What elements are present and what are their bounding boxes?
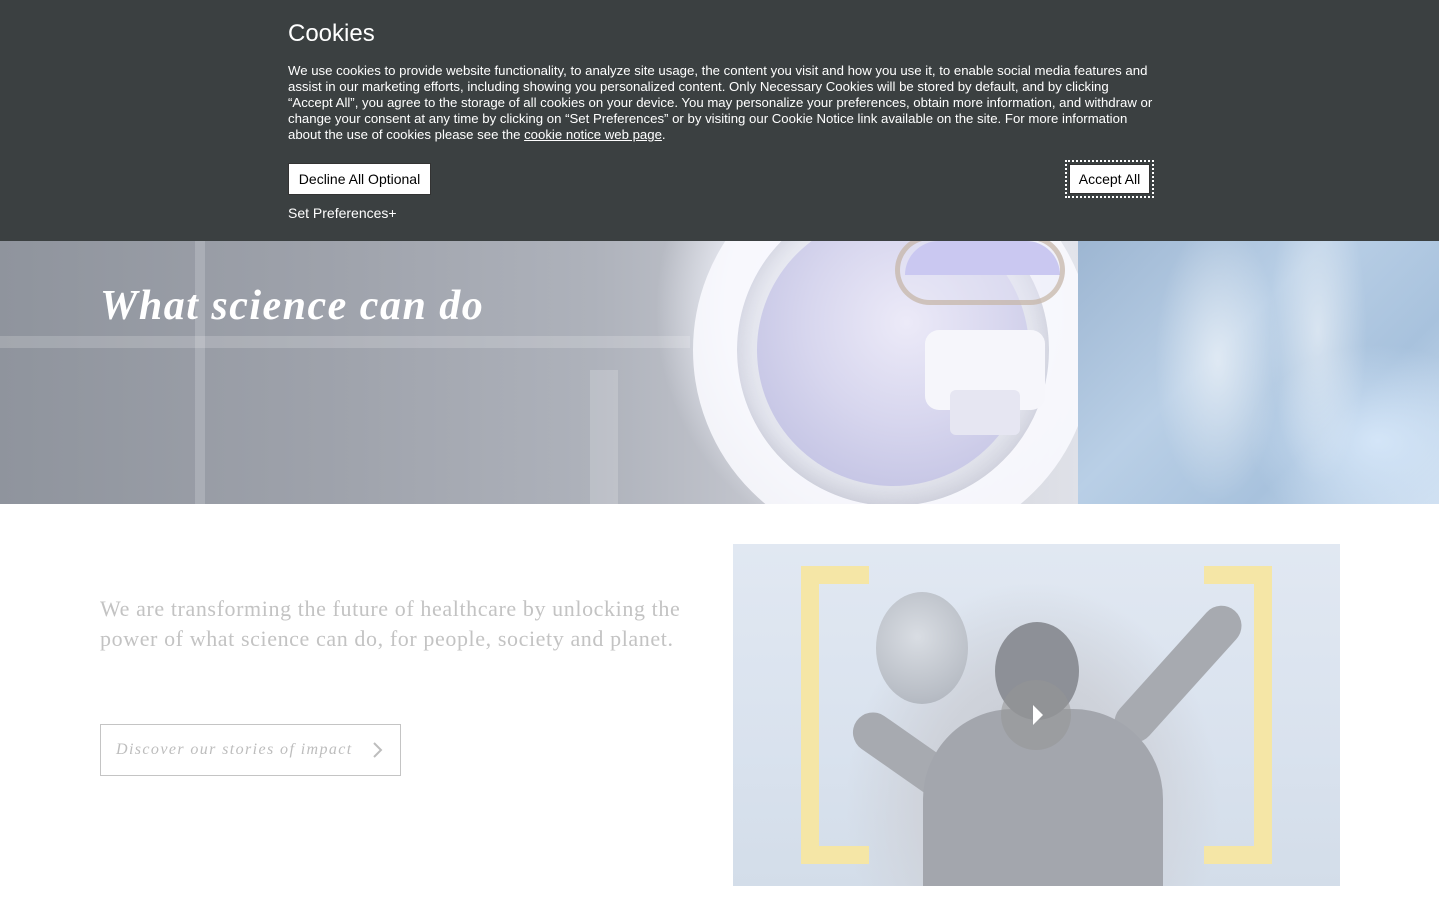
intro-text: We are transforming the future of health… xyxy=(100,596,681,651)
hero-title: What science can do xyxy=(100,283,485,329)
video-player[interactable] xyxy=(733,544,1340,886)
left-bracket-graphic xyxy=(801,566,869,864)
hero-dna-image xyxy=(1078,241,1439,504)
cookie-banner-period: . xyxy=(661,127,666,142)
hero-scientist-goggles xyxy=(895,235,1065,305)
discover-stories-label: Discover our stories of impact xyxy=(116,741,353,758)
play-button[interactable] xyxy=(1001,680,1071,750)
hero-shelf-post xyxy=(590,370,618,504)
hero-microscope-tube xyxy=(950,390,1020,435)
accept-all-button[interactable]: Accept All xyxy=(1069,164,1150,194)
discover-stories-button[interactable]: Discover our stories of impact xyxy=(100,724,401,776)
cell-graphic xyxy=(876,592,968,704)
hero-shelf-post xyxy=(195,241,205,504)
decline-all-optional-button[interactable]: Decline All Optional xyxy=(288,163,431,195)
hero-shelf-line xyxy=(0,336,690,348)
cookie-banner-body: We use cookies to provide website functi… xyxy=(288,63,1153,142)
chevron-right-icon xyxy=(373,742,383,758)
cookie-banner: Cookies We use cookies to provide websit… xyxy=(0,0,1439,241)
cookie-banner-title: Cookies xyxy=(288,20,375,47)
cookie-notice-link[interactable]: cookie notice web page xyxy=(524,127,662,142)
cookie-banner-text: We use cookies to provide website functi… xyxy=(288,63,1153,143)
set-preferences-link[interactable]: Set Preferences+ xyxy=(288,205,397,221)
play-icon xyxy=(1033,705,1043,725)
